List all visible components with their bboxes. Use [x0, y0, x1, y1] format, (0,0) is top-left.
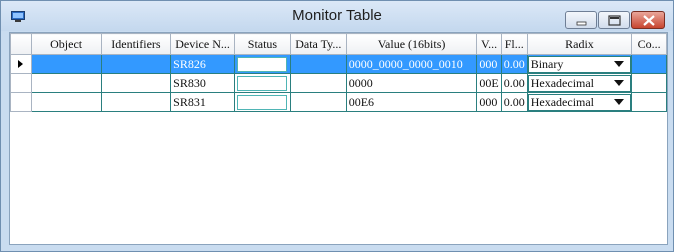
- float-cell[interactable]: 0.00: [500, 73, 528, 93]
- radix-dropdown[interactable]: Binary: [528, 55, 631, 73]
- dropdown-arrow-icon[interactable]: [614, 99, 625, 105]
- status-indicator: [237, 56, 288, 72]
- identifiers-cell[interactable]: [100, 92, 172, 112]
- radix-value: Hexadecimal: [530, 75, 595, 90]
- float-cell[interactable]: 0.00: [500, 54, 528, 74]
- v-cell[interactable]: 000: [476, 54, 502, 74]
- comment-cell[interactable]: [631, 73, 667, 93]
- device-name-cell[interactable]: SR830: [170, 73, 235, 93]
- comment-cell[interactable]: [631, 54, 667, 74]
- radix-value: Binary: [530, 56, 564, 71]
- value-cell[interactable]: 0000_0000_0000_0010: [345, 54, 478, 74]
- data-type-cell[interactable]: [289, 54, 347, 74]
- status-cell[interactable]: [233, 92, 291, 112]
- comment-cell[interactable]: [631, 92, 667, 112]
- object-cell[interactable]: [30, 73, 102, 93]
- value-cell[interactable]: 0000: [345, 73, 478, 93]
- column-header-comment[interactable]: Co...: [631, 33, 667, 55]
- radix-dropdown[interactable]: Hexadecimal: [528, 74, 631, 92]
- minimize-button[interactable]: [565, 11, 597, 29]
- column-header-object[interactable]: Object: [30, 33, 102, 55]
- close-icon: [643, 15, 655, 26]
- identifiers-cell[interactable]: [100, 73, 172, 93]
- v-cell[interactable]: 00E: [476, 73, 502, 93]
- close-button[interactable]: [631, 11, 665, 29]
- data-type-cell[interactable]: [289, 73, 347, 93]
- v-cell[interactable]: 000: [476, 92, 502, 112]
- device-name-cell[interactable]: SR826: [170, 54, 235, 74]
- table-row[interactable]: SR826 0000_0000_0000_0010 000 0.00 Binar…: [10, 54, 667, 74]
- value-cell[interactable]: 00E6: [345, 92, 478, 112]
- status-cell[interactable]: [233, 54, 291, 74]
- current-row-indicator-icon: [10, 54, 32, 74]
- monitor-table-area: Object Identifiers Device N... Status Da…: [9, 32, 668, 245]
- table-row[interactable]: SR831 00E6 000 0.00 Hexadecimal: [10, 92, 667, 112]
- float-cell[interactable]: 0.00: [500, 92, 528, 112]
- radix-dropdown[interactable]: Hexadecimal: [528, 93, 631, 111]
- maximize-icon: [608, 15, 621, 26]
- object-cell[interactable]: [30, 92, 102, 112]
- column-header-rowmarker: [10, 33, 32, 55]
- column-header-float[interactable]: Fl...: [500, 33, 528, 55]
- column-header-value[interactable]: Value (16bits): [345, 33, 478, 55]
- data-type-cell[interactable]: [289, 92, 347, 112]
- radix-cell[interactable]: Binary: [526, 54, 633, 74]
- radix-cell[interactable]: Hexadecimal: [526, 92, 633, 112]
- status-indicator: [237, 94, 288, 110]
- device-name-cell[interactable]: SR831: [170, 92, 235, 112]
- dropdown-arrow-icon[interactable]: [614, 61, 625, 67]
- row-header[interactable]: [10, 92, 32, 112]
- maximize-button[interactable]: [598, 11, 630, 29]
- column-header-radix[interactable]: Radix: [526, 33, 633, 55]
- status-cell[interactable]: [233, 73, 291, 93]
- status-indicator: [237, 75, 288, 91]
- column-header-identifiers[interactable]: Identifiers: [100, 33, 172, 55]
- monitor-table-window: Monitor Table Object Identifiers Device …: [0, 0, 674, 252]
- monitor-table: Object Identifiers Device N... Status Da…: [10, 33, 667, 112]
- column-header-v[interactable]: V...: [476, 33, 502, 55]
- table-row[interactable]: SR830 0000 00E 0.00 Hexadecimal: [10, 73, 667, 93]
- object-cell[interactable]: [30, 54, 102, 74]
- column-header-data-type[interactable]: Data Ty...: [289, 33, 347, 55]
- radix-cell[interactable]: Hexadecimal: [526, 73, 633, 93]
- dropdown-arrow-icon[interactable]: [614, 80, 625, 86]
- radix-value: Hexadecimal: [530, 94, 595, 109]
- row-header[interactable]: [10, 73, 32, 93]
- minimize-icon: [576, 21, 587, 26]
- table-header-row: Object Identifiers Device N... Status Da…: [10, 33, 667, 55]
- title-bar[interactable]: Monitor Table: [1, 1, 673, 31]
- identifiers-cell[interactable]: [100, 54, 172, 74]
- column-header-device-name[interactable]: Device N...: [170, 33, 235, 55]
- column-header-status[interactable]: Status: [233, 33, 291, 55]
